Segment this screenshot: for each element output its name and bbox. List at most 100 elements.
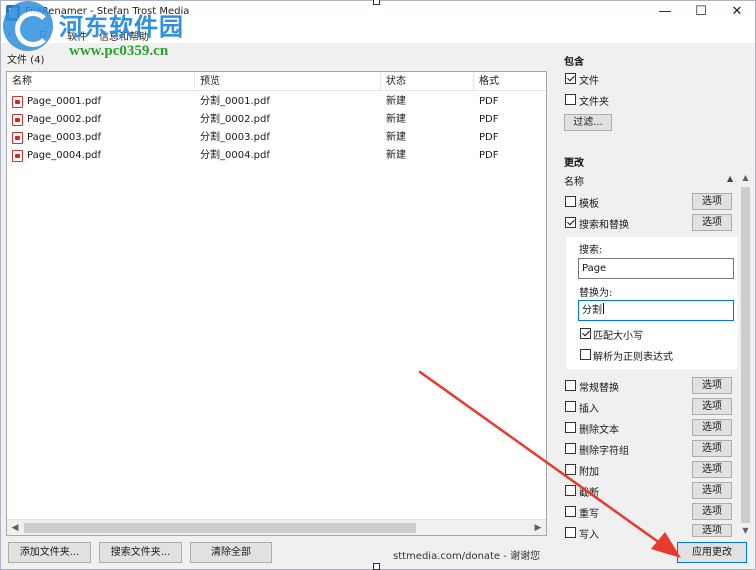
- include-folders-checkbox[interactable]: [565, 94, 576, 105]
- search-replace-label: 搜索和替换: [579, 220, 629, 231]
- file-format: PDF: [479, 114, 499, 125]
- apply-changes-button[interactable]: 应用更改: [677, 542, 747, 563]
- replace-input-value: 分割: [582, 305, 602, 316]
- watermark-logo: [3, 1, 53, 51]
- normal-replace-options-button[interactable]: 选项: [692, 377, 732, 394]
- search-input[interactable]: Page: [578, 258, 734, 279]
- file-preview: 分割_0004.pdf: [200, 150, 270, 161]
- insert-checkbox[interactable]: [565, 401, 576, 412]
- search-folder-button[interactable]: 搜索文件夹...: [99, 542, 182, 563]
- template-checkbox[interactable]: [565, 196, 576, 207]
- insert-options-button[interactable]: 选项: [692, 398, 732, 415]
- collapse-up-icon[interactable]: ▲: [727, 174, 733, 183]
- truncate-options-button[interactable]: 选项: [692, 482, 732, 499]
- match-case-label: 匹配大小写: [593, 331, 643, 342]
- file-name: Page_0003.pdf: [27, 132, 102, 143]
- watermark-brand: 河东软件园: [59, 12, 184, 41]
- maximize-button[interactable]: ☐: [681, 1, 721, 25]
- delete-text-checkbox[interactable]: [565, 422, 576, 433]
- write-label: 写入: [579, 530, 599, 541]
- table-row[interactable]: Page_0004.pdf 分割_0004.pdf 新建 PDF: [7, 147, 546, 165]
- append-label: 附加: [579, 467, 599, 478]
- file-name: Page_0004.pdf: [27, 150, 102, 161]
- scroll-up-icon[interactable]: ▲: [738, 171, 753, 185]
- include-folders-label: 文件夹: [579, 97, 609, 108]
- match-case-checkbox[interactable]: [580, 328, 591, 339]
- file-format: PDF: [479, 96, 499, 107]
- table-row[interactable]: Page_0001.pdf 分割_0001.pdf 新建 PDF: [7, 93, 546, 111]
- delete-char-group-label: 删除字符组: [579, 446, 629, 457]
- name-category-label: 名称: [564, 177, 584, 188]
- table-row[interactable]: Page_0002.pdf 分割_0002.pdf 新建 PDF: [7, 111, 546, 129]
- delete-char-group-checkbox[interactable]: [565, 443, 576, 454]
- regex-checkbox[interactable]: [580, 349, 591, 360]
- search-input-value: Page: [582, 263, 607, 274]
- horizontal-scroll-thumb[interactable]: [24, 523, 416, 533]
- scroll-down-icon[interactable]: ▼: [738, 524, 753, 538]
- file-status: 新建: [386, 132, 406, 143]
- files-count-label: 文件 (4): [7, 55, 45, 66]
- template-options-button[interactable]: 选项: [692, 193, 732, 210]
- column-header-status[interactable]: 状态: [381, 72, 474, 91]
- pdf-file-icon: [12, 114, 23, 126]
- clear-all-button[interactable]: 清除全部: [190, 542, 272, 563]
- table-row[interactable]: Page_0003.pdf 分割_0003.pdf 新建 PDF: [7, 129, 546, 147]
- rewrite-options-button[interactable]: 选项: [692, 503, 732, 520]
- append-options-button[interactable]: 选项: [692, 461, 732, 478]
- write-checkbox[interactable]: [565, 527, 576, 538]
- append-checkbox[interactable]: [565, 464, 576, 475]
- search-replace-checkbox[interactable]: [565, 217, 576, 228]
- column-header-format[interactable]: 格式: [474, 72, 546, 91]
- regex-label: 解析为正则表达式: [593, 352, 673, 363]
- template-label: 模板: [579, 199, 599, 210]
- rewrite-label: 重写: [579, 509, 599, 520]
- pdf-file-icon: [12, 132, 23, 144]
- changes-section-title: 更改: [564, 158, 584, 169]
- donate-link[interactable]: sttmedia.com/donate - 谢谢您: [393, 547, 540, 562]
- file-status: 新建: [386, 150, 406, 161]
- include-files-checkbox[interactable]: [565, 73, 576, 84]
- file-name: Page_0002.pdf: [27, 114, 102, 125]
- insert-label: 插入: [579, 404, 599, 415]
- resize-grip-top[interactable]: [373, 0, 380, 5]
- truncate-checkbox[interactable]: [565, 485, 576, 496]
- file-format: PDF: [479, 132, 499, 143]
- changes-vertical-scrollbar[interactable]: ▲ ▼: [738, 171, 753, 538]
- text-cursor: [603, 303, 604, 314]
- column-header-preview[interactable]: 预览: [195, 72, 381, 91]
- filter-button[interactable]: 过滤...: [564, 114, 612, 131]
- search-replace-options-button[interactable]: 选项: [692, 214, 732, 231]
- file-status: 新建: [386, 96, 406, 107]
- write-options-button[interactable]: 选项: [692, 524, 732, 537]
- file-list[interactable]: 名称 预览 状态 格式 Page_0001.pdf 分割_0001.pdf 新建…: [6, 71, 547, 536]
- file-list-header: 名称 预览 状态 格式: [7, 72, 546, 91]
- minimize-button[interactable]: —: [645, 1, 685, 25]
- scroll-left-icon[interactable]: ◀: [7, 520, 23, 536]
- delete-char-group-options-button[interactable]: 选项: [692, 440, 732, 457]
- rewrite-checkbox[interactable]: [565, 506, 576, 517]
- file-name: Page_0001.pdf: [27, 96, 102, 107]
- app-window: FileRenamer - Stefan Trost Media — ☐ ✕ ‹…: [0, 0, 756, 570]
- file-preview: 分割_0001.pdf: [200, 96, 270, 107]
- pdf-file-icon: [12, 96, 23, 108]
- delete-text-options-button[interactable]: 选项: [692, 419, 732, 436]
- close-button[interactable]: ✕: [717, 1, 756, 25]
- column-header-name[interactable]: 名称: [7, 72, 195, 91]
- file-status: 新建: [386, 114, 406, 125]
- include-section-title: 包含: [564, 57, 584, 68]
- vertical-scroll-thumb[interactable]: [741, 187, 750, 523]
- watermark-url: www.pc0359.cn: [69, 43, 169, 59]
- search-label: 搜索:: [579, 245, 603, 256]
- horizontal-scrollbar[interactable]: ◀ ▶: [7, 519, 546, 535]
- add-folder-button[interactable]: 添加文件夹...: [8, 542, 91, 563]
- file-preview: 分割_0002.pdf: [200, 114, 270, 125]
- normal-replace-label: 常规替换: [579, 383, 619, 394]
- replace-input[interactable]: 分割: [578, 300, 734, 321]
- pdf-file-icon: [12, 150, 23, 162]
- scroll-right-icon[interactable]: ▶: [530, 520, 546, 536]
- normal-replace-checkbox[interactable]: [565, 380, 576, 391]
- delete-text-label: 删除文本: [579, 425, 619, 436]
- replace-label: 替换为:: [579, 288, 613, 299]
- include-files-label: 文件: [579, 76, 599, 87]
- resize-grip-bottom[interactable]: [373, 563, 380, 570]
